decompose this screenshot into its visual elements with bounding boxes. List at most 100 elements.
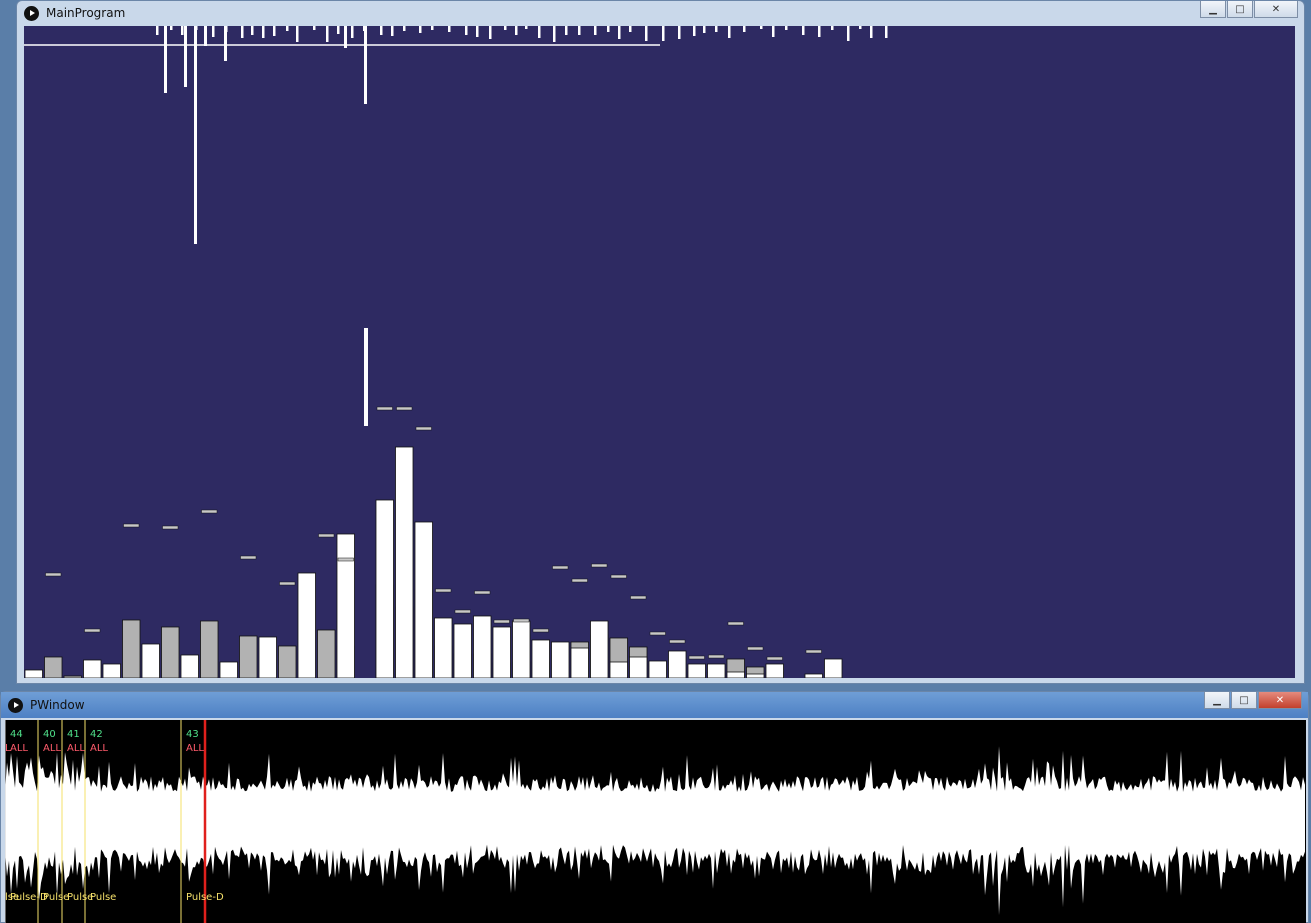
minimize-icon: ▁	[1213, 694, 1221, 706]
spectrum-band-group	[24, 328, 843, 678]
top-tick	[251, 26, 254, 35]
main-window-title: MainProgram	[46, 6, 126, 20]
top-tick	[363, 26, 366, 31]
top-tick	[565, 26, 568, 35]
marker-label: ALL	[10, 743, 28, 754]
top-spike	[204, 26, 207, 46]
close-icon: ✕	[1271, 3, 1281, 15]
spectrum-bar-white	[395, 446, 414, 678]
spectrum-bar-white	[219, 661, 238, 678]
marker-pulse-label: Pulse-D	[186, 892, 224, 903]
spectrum-peak-marker	[610, 574, 627, 579]
main-title-bar[interactable]: MainProgram ▁ □ ✕	[17, 1, 1304, 25]
spectrum-bar-white	[434, 617, 453, 678]
top-spike	[164, 26, 167, 93]
spectrum-peak-marker	[415, 426, 432, 431]
spectrum-peak-marker	[45, 572, 62, 577]
close-button[interactable]: ✕	[1258, 692, 1302, 709]
spectrum-peak-marker	[513, 618, 530, 623]
spectrum-bar-gray	[239, 635, 258, 678]
spectrum-peak-marker	[123, 523, 140, 528]
top-tick	[476, 26, 479, 37]
processing-play-icon	[8, 697, 23, 713]
main-window-controls: ▁ □ ✕	[1199, 1, 1298, 18]
top-tick	[225, 26, 228, 32]
spectrum-bar-white	[668, 650, 687, 678]
top-tick	[241, 26, 244, 38]
marker-label: ALL	[186, 743, 204, 754]
spectrum-bar-white	[24, 669, 43, 678]
marker-pulse-label: Pulse-D	[10, 892, 48, 903]
top-tick	[678, 26, 681, 39]
spectrum-bar-white	[512, 620, 531, 678]
top-tick	[607, 26, 610, 32]
top-tick	[156, 26, 159, 35]
p-title-bar[interactable]: PWindow ▁ □ ✕	[1, 692, 1308, 718]
spectrum-peak-marker	[376, 406, 393, 411]
top-tick	[885, 26, 888, 38]
top-tick	[645, 26, 648, 41]
top-tick	[760, 26, 763, 29]
spectrum-peak-marker	[766, 656, 783, 661]
minimize-button[interactable]: ▁	[1204, 692, 1230, 709]
spectrum-peak-marker	[337, 557, 354, 562]
spectrum-bar-white	[648, 660, 667, 678]
top-tick	[578, 26, 581, 35]
spectrum-peak-marker	[318, 533, 335, 538]
top-tick	[553, 26, 556, 42]
spectrum-bar-white	[629, 656, 648, 678]
spectrum-bar-gray	[317, 629, 336, 678]
marker-label: ALL	[43, 743, 61, 754]
top-tick	[403, 26, 406, 31]
spectrum-peak-marker	[669, 639, 686, 644]
main-program-window: MainProgram ▁ □ ✕	[16, 0, 1305, 684]
p-window-title: PWindow	[30, 698, 85, 712]
top-tick	[728, 26, 731, 38]
main-visualizer-canvas[interactable]	[24, 26, 1295, 678]
spectrum-bar-gray	[44, 656, 63, 678]
top-tick	[448, 26, 451, 32]
spectrum-peak-marker	[571, 578, 588, 583]
minimize-icon: ▁	[1209, 3, 1217, 15]
top-tick	[262, 26, 265, 38]
spectrum-bar-white	[570, 647, 589, 678]
waveform-canvas[interactable]: Llse 40 ALL Pulse 41 ALL Pulse 42 ALL Pulse 43 ALL P…	[5, 720, 1306, 923]
top-tick	[326, 26, 329, 42]
spectrum-peak-marker	[435, 588, 452, 593]
spectrum-bar-gray	[63, 675, 82, 678]
spectrum-bar-white	[336, 533, 355, 678]
spectrum-bar-white	[141, 643, 160, 678]
audio-waveform	[5, 746, 1305, 916]
top-tick	[859, 26, 862, 29]
spectrum-bar-gray	[200, 620, 219, 678]
spectrum-bar-white	[297, 572, 316, 678]
spectrum-peak-marker	[396, 406, 413, 411]
spectrum-bar-white	[746, 673, 765, 678]
top-spike	[194, 26, 197, 244]
top-tick	[380, 26, 383, 35]
top-spike-group	[156, 26, 888, 244]
top-tick	[703, 26, 706, 33]
top-tick	[538, 26, 541, 38]
top-tick	[465, 26, 468, 35]
spectrum-peak-marker	[747, 646, 764, 651]
spectrum-peak-marker	[162, 525, 179, 530]
top-tick	[431, 26, 434, 30]
spectrum-bar-white	[375, 499, 394, 678]
top-tick	[296, 26, 299, 42]
top-tick	[504, 26, 507, 30]
top-tick	[313, 26, 316, 30]
spectrum-peak-marker	[240, 555, 257, 560]
spectrum-bar-white	[473, 615, 492, 678]
maximize-button[interactable]: □	[1227, 1, 1253, 18]
spectrum-bar-white	[551, 641, 570, 678]
maximize-button[interactable]: □	[1231, 692, 1257, 709]
minimize-button[interactable]: ▁	[1200, 1, 1226, 18]
spectrum-peak-marker	[630, 595, 647, 600]
top-tick	[351, 26, 354, 38]
close-button[interactable]: ✕	[1254, 1, 1298, 18]
spectrum-bar-white	[531, 639, 550, 678]
top-tick	[818, 26, 821, 37]
maximize-icon: □	[1235, 3, 1245, 15]
top-tick	[618, 26, 621, 39]
